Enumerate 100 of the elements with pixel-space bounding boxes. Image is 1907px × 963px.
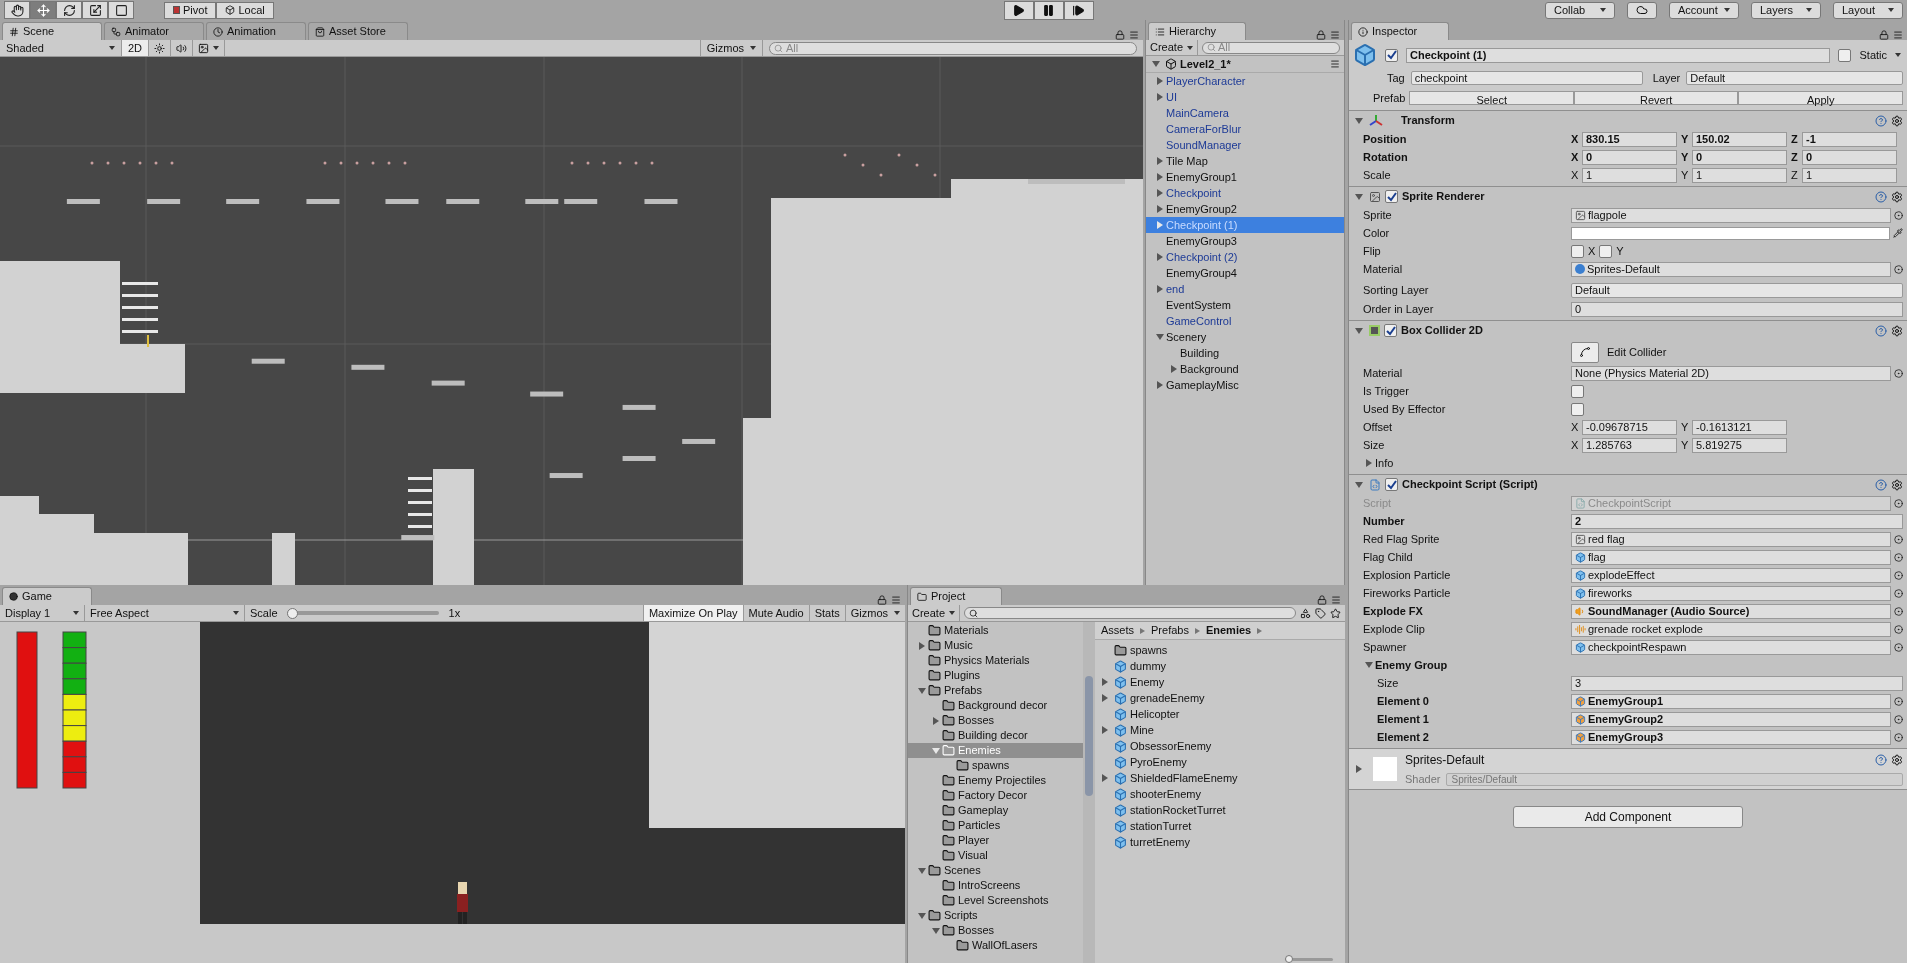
hierarchy-item[interactable]: Checkpoint (2) <box>1146 249 1344 265</box>
menu-icon[interactable] <box>1331 595 1341 605</box>
triangle-icon[interactable] <box>1156 285 1164 293</box>
handle-button[interactable]: Pivot <box>164 1 217 19</box>
object-field[interactable]: EnemyGroup1 <box>1571 693 1891 709</box>
2d-toggle[interactable]: 2D <box>122 40 150 56</box>
settings-icon[interactable] <box>1891 324 1903 337</box>
play-button[interactable] <box>1003 0 1034 20</box>
hierarchy-item[interactable]: end <box>1146 281 1344 297</box>
triangle-icon[interactable] <box>918 866 926 875</box>
object-picker-icon[interactable] <box>1894 570 1903 580</box>
object-field[interactable]: flagpole <box>1571 207 1891 223</box>
lock-icon[interactable] <box>1115 30 1125 40</box>
checkbox[interactable] <box>1385 478 1398 491</box>
settings-icon[interactable] <box>1891 753 1903 766</box>
hierarchy-item[interactable]: EventSystem <box>1146 297 1344 313</box>
folder-item[interactable]: Bosses <box>908 713 1083 728</box>
asset-item[interactable]: spawns <box>1095 642 1345 658</box>
number-field[interactable]: -1 <box>1802 131 1897 147</box>
object-field[interactable]: SoundManager (Audio Source) <box>1571 603 1891 619</box>
asset-item[interactable]: PyroEnemy <box>1095 754 1345 770</box>
panel-tab[interactable]: Project <box>910 587 1002 605</box>
folder-item[interactable]: Gameplay <box>908 803 1083 818</box>
asset-item[interactable]: turretEnemy <box>1095 834 1345 850</box>
triangle-icon[interactable] <box>1355 192 1363 201</box>
number-field[interactable]: 0 <box>1571 301 1903 317</box>
triangle-icon[interactable] <box>1156 157 1164 165</box>
hierarchy-item[interactable]: EnemyGroup3 <box>1146 233 1344 249</box>
folder-item[interactable]: IntroScreens <box>908 878 1083 893</box>
add-component-button[interactable]: Add Component <box>1513 806 1743 828</box>
menu-icon[interactable] <box>1330 30 1340 40</box>
object-picker-icon[interactable] <box>1894 588 1903 598</box>
folder-item[interactable]: Building decor <box>908 728 1083 743</box>
triangle-icon[interactable] <box>1156 333 1164 341</box>
object-field[interactable]: red flag <box>1571 531 1891 547</box>
triangle-icon[interactable] <box>1101 774 1109 782</box>
settings-icon[interactable] <box>1891 114 1903 127</box>
prefab-button[interactable]: Apply <box>1738 90 1903 105</box>
triangle-icon[interactable] <box>1170 365 1178 373</box>
panel-tab[interactable]: Animation <box>206 22 306 40</box>
lock-icon[interactable] <box>1316 30 1326 40</box>
number-field[interactable]: 150.02 <box>1692 131 1787 147</box>
folder-item[interactable]: WallOfLasers <box>908 938 1083 953</box>
menu-dropdown[interactable]: Layout <box>1833 1 1903 19</box>
number-field[interactable]: 1 <box>1802 167 1897 183</box>
number-field[interactable]: 5.819275 <box>1692 437 1787 453</box>
folder-item[interactable]: Player <box>908 833 1083 848</box>
triangle-icon[interactable] <box>1156 93 1164 101</box>
hierarchy-item[interactable]: PlayerCharacter <box>1146 73 1344 89</box>
hierarchy-item[interactable]: Background <box>1146 361 1344 377</box>
object-picker-icon[interactable] <box>1894 606 1903 616</box>
checkbox[interactable] <box>1571 244 1584 258</box>
hierarchy-item[interactable]: EnemyGroup2 <box>1146 201 1344 217</box>
aspect-dropdown[interactable]: Free Aspect <box>85 605 245 621</box>
gizmos-dropdown[interactable]: Gizmos <box>844 605 905 621</box>
tag-dropdown[interactable]: checkpoint <box>1410 71 1643 86</box>
triangle-icon[interactable] <box>918 686 926 695</box>
folder-item[interactable]: Prefabs <box>908 683 1083 698</box>
asset-item[interactable]: dummy <box>1095 658 1345 674</box>
number-field[interactable]: 1.285763 <box>1582 437 1677 453</box>
tool-button[interactable] <box>82 1 108 19</box>
object-field[interactable]: Sprites-Default <box>1571 261 1891 277</box>
triangle-icon[interactable] <box>1365 459 1373 467</box>
menu-dropdown[interactable]: Account <box>1669 1 1739 19</box>
folder-item[interactable]: Enemy Projectiles <box>908 773 1083 788</box>
folder-item[interactable]: Music <box>908 638 1083 653</box>
color-swatch[interactable] <box>1571 226 1890 240</box>
triangle-icon[interactable] <box>1156 77 1164 85</box>
hierarchy-item[interactable]: MainCamera <box>1146 105 1344 121</box>
triangle-icon[interactable] <box>1156 205 1164 213</box>
active-checkbox[interactable] <box>1385 48 1398 62</box>
hierarchy-item[interactable]: GameControl <box>1146 313 1344 329</box>
object-field[interactable]: EnemyGroup3 <box>1571 729 1891 745</box>
object-field[interactable]: flag <box>1571 549 1891 565</box>
icon-size-slider[interactable] <box>1285 955 1333 963</box>
folder-item[interactable]: Bosses <box>908 923 1083 938</box>
hierarchy-item[interactable]: GameplayMisc <box>1146 377 1344 393</box>
breadcrumb-item[interactable]: Prefabs <box>1151 622 1189 639</box>
number-field[interactable]: 2 <box>1571 513 1903 529</box>
folder-item[interactable]: Materials <box>908 623 1083 638</box>
toggle-button[interactable]: Mute Audio <box>742 605 809 621</box>
slider-thumb[interactable] <box>1285 955 1293 963</box>
number-field[interactable]: 0 <box>1692 149 1787 165</box>
object-field[interactable]: checkpointRespawn <box>1571 639 1891 655</box>
asset-item[interactable]: Mine <box>1095 722 1345 738</box>
triangle-icon[interactable] <box>1101 678 1109 686</box>
breadcrumb-item[interactable]: Assets <box>1101 622 1134 639</box>
static-checkbox[interactable] <box>1838 48 1852 62</box>
lock-icon[interactable] <box>1879 30 1889 40</box>
folder-item[interactable]: Level Screenshots <box>908 893 1083 908</box>
asset-item[interactable]: Helicopter <box>1095 706 1345 722</box>
folder-item[interactable]: spawns <box>908 758 1083 773</box>
menu-icon[interactable] <box>1129 30 1139 40</box>
eyedropper-icon[interactable] <box>1893 228 1903 238</box>
pause-button[interactable] <box>1033 0 1064 20</box>
triangle-icon[interactable] <box>1365 661 1373 669</box>
object-picker-icon[interactable] <box>1894 714 1903 724</box>
triangle-icon[interactable] <box>932 926 940 935</box>
panel-tab[interactable]: Inspector <box>1351 22 1449 40</box>
object-picker-icon[interactable] <box>1894 552 1903 562</box>
